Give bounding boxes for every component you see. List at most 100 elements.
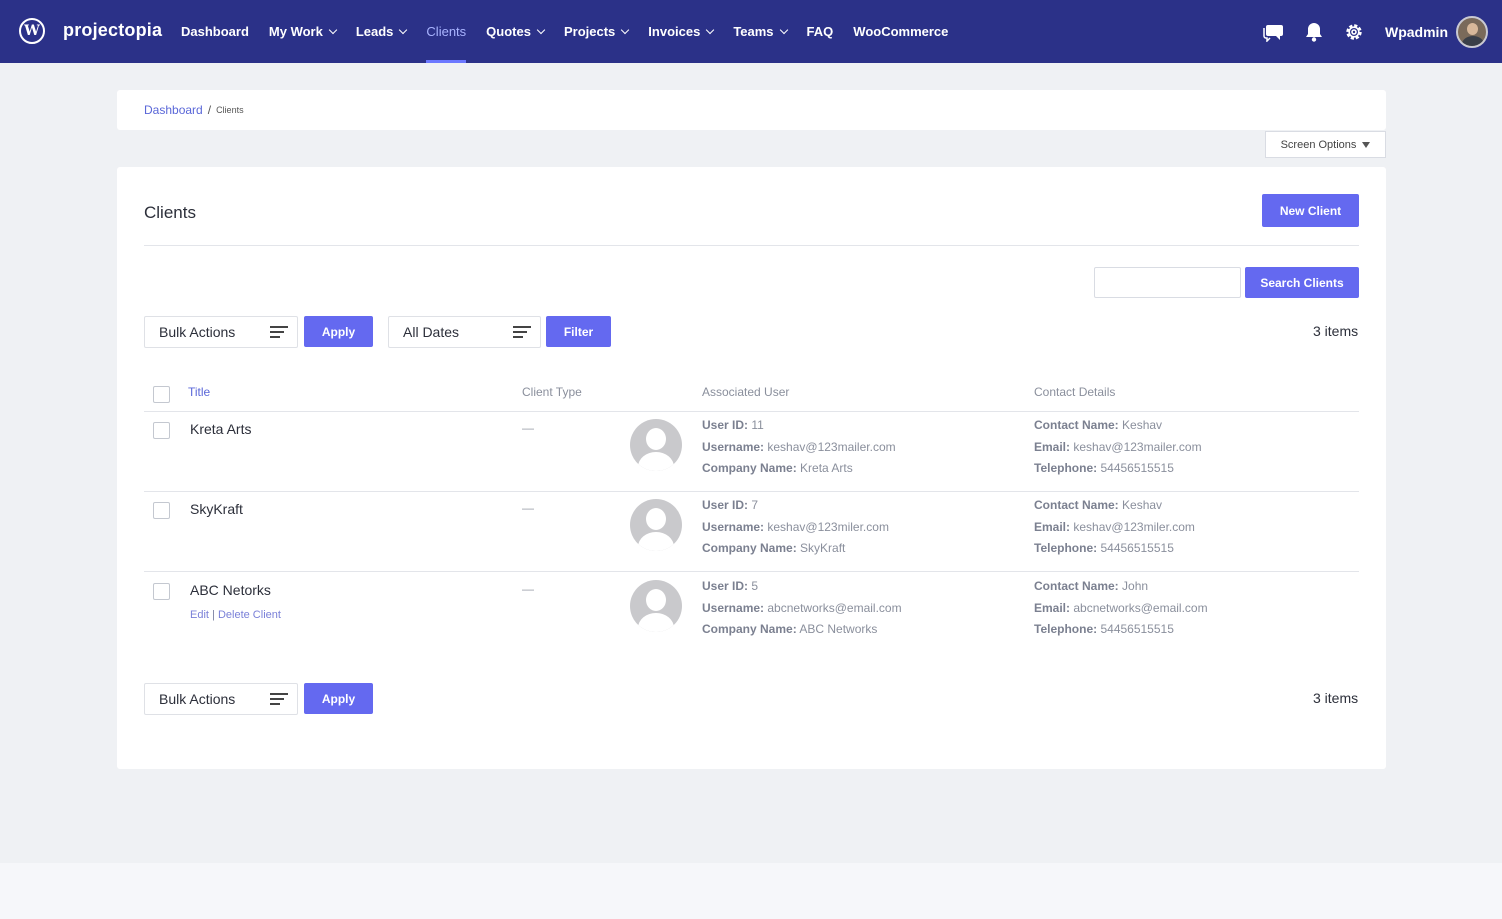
user-id-line: User ID: 11 [702,418,764,432]
avatar [630,580,682,632]
chevron-down-icon [779,25,788,35]
date-filter-select[interactable]: All Dates [388,316,541,348]
user-id-line: User ID: 5 [702,579,759,593]
breadcrumb-current: Clients [216,105,244,115]
chevron-down-icon [536,25,546,35]
avatar [630,419,682,471]
associated-user-info: User ID: 5 Username: abcnetworks@email.c… [702,576,902,641]
contact-name-line: Contact Name: Keshav [1034,418,1163,432]
client-name-link[interactable]: SkyKraft [190,501,243,517]
client-type-value: — [522,501,534,515]
nav-item-dashboard[interactable]: Dashboard [181,0,249,63]
nav-item-label: Quotes [486,24,531,39]
contact-name-line: Contact Name: Keshav [1034,498,1163,512]
client-type-value: — [522,421,534,435]
nav-item-label: WooCommerce [853,24,949,39]
wordpress-logo-icon[interactable]: W [19,18,45,44]
telephone-line: Telephone: 54456515515 [1034,622,1174,636]
page-title: Clients [144,203,196,222]
nav-item-label: Projects [563,24,616,39]
bulk-actions-select[interactable]: Bulk Actions [144,316,298,348]
search-input[interactable] [1094,267,1241,298]
divider [144,491,1359,492]
nav-item-clients[interactable]: Clients [426,0,466,63]
nav-item-my-work[interactable]: My Work [268,0,338,63]
telephone-line: Telephone: 54456515515 [1034,541,1174,555]
contact-details-info: Contact Name: Keshav Email: keshav@123ma… [1034,415,1202,480]
nav-item-label: Invoices [648,24,701,39]
column-header-associated-user: Associated User [702,385,790,399]
email-line: Email: keshav@123miler.com [1034,519,1195,534]
search-clients-button[interactable]: Search Clients [1245,267,1359,298]
client-type-value: — [522,582,534,596]
contact-details-info: Contact Name: John Email: abcnetworks@em… [1034,576,1208,641]
clients-panel: Clients New Client Search Clients Bulk A… [117,167,1386,769]
breadcrumb: Dashboard / Clients [117,90,1386,130]
screen-options-label: Screen Options [1280,138,1357,151]
row-checkbox[interactable] [153,502,170,519]
nav-item-leads[interactable]: Leads [355,0,408,63]
row-actions: Edit | Delete Client [190,609,281,621]
chevron-down-icon [706,25,715,35]
email-line: Email: abcnetworks@email.com [1034,600,1208,615]
nav-item-woocommerce[interactable]: WooCommerce [853,0,948,63]
nav-item-label: Leads [355,24,394,39]
nav-item-label: FAQ [806,24,834,39]
items-count-top: 3 items [1313,323,1359,339]
nav-item-label: Teams [733,24,774,39]
triangle-down-icon [1362,141,1371,148]
column-header-title[interactable]: Title [188,385,210,399]
client-name-link[interactable]: ABC Netorks [190,582,271,598]
column-header-client-type: Client Type [522,385,582,399]
bulk-actions-label: Bulk Actions [159,691,236,707]
nav-right-tools: Wpadmin [1263,0,1488,63]
user-avatar[interactable] [1456,15,1488,48]
sort-lines-icon [270,693,288,706]
telephone-line: Telephone: 54456515515 [1034,461,1174,475]
username-line: Username: keshav@123mailer.com [702,439,896,454]
contact-name-line: Contact Name: John [1034,579,1149,593]
nav-item-invoices[interactable]: Invoices [648,0,715,63]
sort-lines-icon [270,326,288,339]
row-checkbox[interactable] [153,422,170,439]
divider [144,411,1359,412]
apply-button-top[interactable]: Apply [304,316,373,347]
client-name-link[interactable]: Kreta Arts [190,421,251,437]
email-line: Email: keshav@123mailer.com [1034,439,1202,454]
company-line: Company Name: SkyKraft [702,541,846,555]
edit-link[interactable]: Edit [190,609,209,621]
nav-item-label: My Work [268,24,323,39]
nav-item-label: Dashboard [181,24,249,39]
divider [144,571,1359,572]
top-navigation: W projectopia Dashboard My Work Leads Clien… [0,0,1502,63]
items-count-bottom: 3 items [1313,690,1359,706]
brand-logo[interactable]: projectopia [63,20,162,41]
nav-item-teams[interactable]: Teams [733,0,788,63]
bulk-actions-label: Bulk Actions [159,324,236,340]
delete-client-link[interactable]: Delete Client [218,609,281,621]
select-all-checkbox[interactable] [153,386,170,403]
chevron-down-icon [399,25,408,35]
main-menu: Dashboard My Work Leads Clients Quotes Projec… [181,0,968,63]
row-checkbox[interactable] [153,583,170,600]
column-header-contact-details: Contact Details [1034,385,1116,399]
nav-item-projects[interactable]: Projects [563,0,630,63]
bell-icon[interactable] [1303,21,1325,43]
nav-item-faq[interactable]: FAQ [807,0,834,63]
date-filter-label: All Dates [403,324,460,340]
new-client-button[interactable]: New Client [1262,194,1359,227]
screen-options-button[interactable]: Screen Options [1265,131,1386,158]
bulk-actions-select-bottom[interactable]: Bulk Actions [144,683,298,715]
filter-button[interactable]: Filter [546,316,611,347]
chat-icon[interactable] [1263,21,1285,43]
contact-details-info: Contact Name: Keshav Email: keshav@123mi… [1034,495,1195,560]
breadcrumb-dashboard-link[interactable]: Dashboard [144,103,203,117]
company-line: Company Name: Kreta Arts [702,461,853,475]
username-line: Username: keshav@123miler.com [702,519,889,534]
user-id-line: User ID: 7 [702,498,759,512]
gear-icon[interactable] [1343,21,1365,43]
user-name[interactable]: Wpadmin [1385,24,1448,40]
page-footer-area [0,863,1502,919]
apply-button-bottom[interactable]: Apply [304,683,373,714]
nav-item-quotes[interactable]: Quotes [486,0,546,63]
